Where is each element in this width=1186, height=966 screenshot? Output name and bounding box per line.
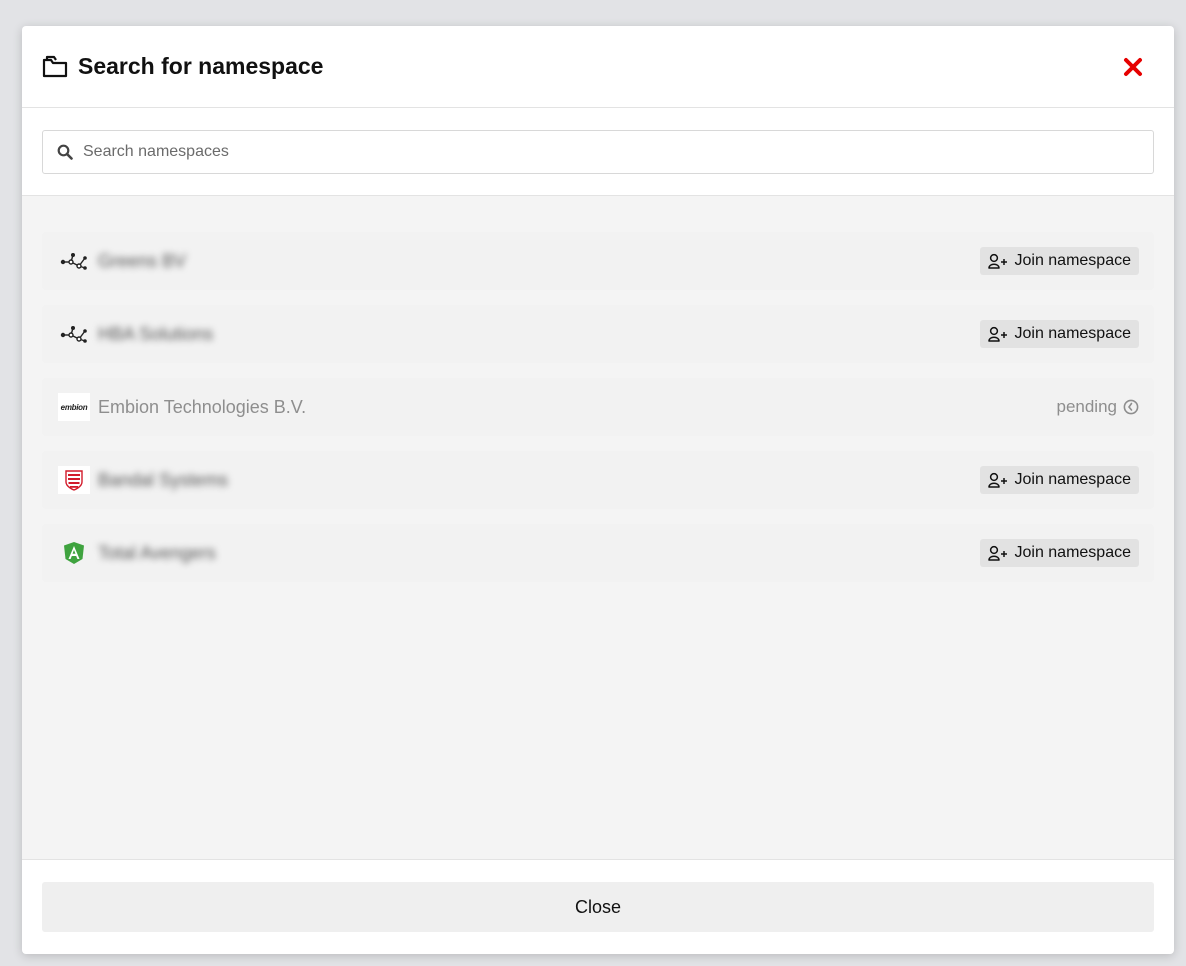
join-namespace-button[interactable]: Join namespace bbox=[980, 247, 1139, 275]
join-namespace-button[interactable]: Join namespace bbox=[980, 539, 1139, 567]
network-icon bbox=[58, 247, 90, 275]
modal-title-group: Search for namespace bbox=[42, 53, 323, 80]
search-input[interactable] bbox=[83, 143, 1139, 161]
namespace-name: Total Avengers bbox=[98, 542, 216, 563]
search-namespace-modal: Search for namespace Search namespaces G… bbox=[22, 26, 1174, 954]
close-x-icon[interactable] bbox=[1122, 56, 1144, 78]
namespace-info: embion Embion Technologies B.V. bbox=[58, 393, 306, 421]
pending-status: pending bbox=[1056, 397, 1139, 417]
search-icon bbox=[57, 144, 73, 160]
namespace-row: HBA Solutions Join namespace bbox=[42, 305, 1154, 363]
namespace-info: Greens BV bbox=[58, 247, 186, 275]
namespace-row: embion Embion Technologies B.V. pending bbox=[42, 378, 1154, 436]
namespace-row: Greens BV Join namespace bbox=[42, 232, 1154, 290]
join-namespace-button[interactable]: Join namespace bbox=[980, 466, 1139, 494]
search-area bbox=[22, 108, 1174, 196]
search-box[interactable] bbox=[42, 130, 1154, 174]
namespace-name: Bandal Systems bbox=[98, 469, 229, 490]
shield-logo bbox=[58, 466, 90, 494]
folder-icon bbox=[42, 55, 68, 79]
network-icon bbox=[58, 320, 90, 348]
modal-title: Search for namespace bbox=[78, 53, 324, 79]
namespace-name: HBA Solutions bbox=[98, 323, 214, 344]
join-namespace-label: Join namespace bbox=[1014, 325, 1131, 342]
namespace-info: Bandal Systems bbox=[58, 466, 228, 494]
user-plus-icon bbox=[988, 253, 1008, 269]
clock-icon bbox=[1123, 399, 1139, 415]
modal-footer: Close bbox=[22, 860, 1174, 954]
join-namespace-label: Join namespace bbox=[1014, 252, 1131, 269]
embion-logo: embion bbox=[58, 393, 90, 421]
namespace-info: Total Avengers bbox=[58, 539, 216, 567]
join-namespace-label: Join namespace bbox=[1014, 471, 1131, 488]
user-plus-icon bbox=[988, 472, 1008, 488]
namespace-row: Total Avengers Join namespace bbox=[42, 524, 1154, 582]
close-button[interactable]: Close bbox=[42, 882, 1154, 932]
namespace-name: Embion Technologies B.V. bbox=[98, 396, 307, 417]
namespace-info: HBA Solutions bbox=[58, 320, 213, 348]
user-plus-icon bbox=[988, 326, 1008, 342]
pending-label: pending bbox=[1056, 397, 1117, 416]
user-plus-icon bbox=[988, 545, 1008, 561]
join-namespace-button[interactable]: Join namespace bbox=[980, 320, 1139, 348]
namespace-name: Greens BV bbox=[98, 250, 187, 271]
namespace-row: Bandal Systems Join namespace bbox=[42, 451, 1154, 509]
join-namespace-label: Join namespace bbox=[1014, 544, 1131, 561]
angular-logo bbox=[58, 539, 90, 567]
modal-header: Search for namespace bbox=[22, 26, 1174, 108]
namespace-list: Greens BV Join namespace HBA Solutions J… bbox=[22, 196, 1174, 860]
